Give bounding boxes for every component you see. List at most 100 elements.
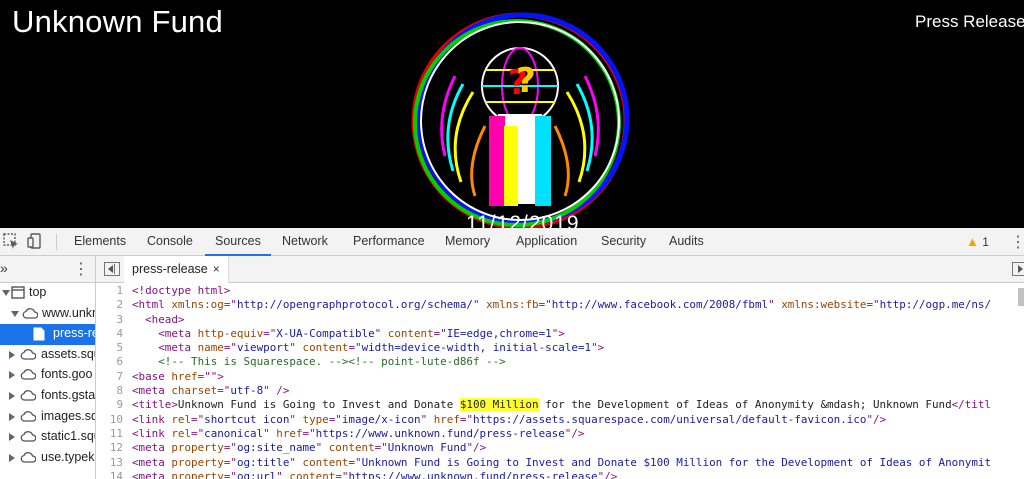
site-title[interactable]: Unknown Fund — [12, 4, 223, 40]
more-tabs-icon[interactable]: » — [0, 260, 8, 276]
line-number[interactable]: 10 — [96, 413, 123, 427]
code-token: og:url — [236, 469, 277, 479]
code-line[interactable]: 4 <meta http-equiv="X-UA-Compatible" con… — [96, 327, 1024, 341]
close-tab-icon[interactable]: × — [213, 262, 220, 276]
code-line[interactable]: 9 <title>Unknown Fund is Going to Invest … — [96, 398, 1024, 412]
editor-file-tab[interactable]: press-release × — [124, 256, 229, 283]
tree-item-domain[interactable]: images.sq — [0, 407, 95, 428]
code-line[interactable]: 10 <link rel="shortcut icon" type="image/… — [96, 413, 1024, 427]
code-token: canonical — [204, 426, 264, 440]
line-number[interactable]: 12 — [96, 441, 123, 455]
code-token: IE=edge,chrome=1 — [446, 326, 552, 340]
code-text: <meta http-equiv="X-UA-Compatible" conte… — [132, 327, 565, 341]
tree-item-label: www.unkno — [42, 305, 95, 320]
tab-network[interactable]: Network — [272, 228, 338, 256]
line-number[interactable]: 9 — [96, 398, 123, 412]
expand-arrow-icon[interactable] — [2, 290, 10, 296]
code-token: viewport — [236, 341, 290, 355]
line-number[interactable]: 13 — [96, 456, 123, 470]
code-line[interactable]: 11 <link rel="canonical" href="https://ww… — [96, 427, 1024, 441]
code-token: https://www.unknown.fund/press-release — [348, 469, 598, 479]
expand-arrow-icon[interactable] — [11, 310, 19, 317]
code-token: <meta — [158, 341, 198, 355]
code-token: content — [302, 455, 349, 469]
tree-item-top[interactable]: top — [0, 283, 95, 304]
device-toolbar-icon[interactable] — [26, 233, 44, 251]
code-token: =" — [374, 441, 388, 455]
tree-item-domain[interactable]: www.unkno — [0, 304, 95, 325]
code-text: <head> — [132, 313, 184, 327]
code-line[interactable]: 3 <head> — [96, 313, 1024, 327]
svg-text:?: ? — [516, 61, 536, 101]
tab-console[interactable]: Console — [137, 228, 203, 256]
code-line[interactable]: 12 <meta property="og:site_name" content=… — [96, 441, 1024, 455]
line-number[interactable]: 3 — [96, 313, 123, 327]
tab-sources[interactable]: Sources — [205, 228, 271, 256]
tree-item-domain[interactable]: use.typek — [0, 448, 95, 469]
code-token: <head> — [145, 312, 185, 326]
code-line[interactable]: 8 <meta charset="utf-8" /> — [96, 384, 1024, 398]
line-number[interactable]: 2 — [96, 298, 123, 312]
collapse-arrow-icon[interactable] — [9, 433, 15, 442]
tree-item-domain[interactable]: fonts.gsta — [0, 386, 95, 407]
collapse-arrow-icon[interactable] — [9, 412, 15, 421]
tab-elements[interactable]: Elements — [64, 228, 136, 256]
tree-item-domain[interactable]: fonts.goo — [0, 365, 95, 386]
code-line[interactable]: 5 <meta name="viewport" content="width=d… — [96, 341, 1024, 355]
code-token: </titl — [951, 398, 991, 412]
line-number[interactable]: 5 — [96, 341, 123, 355]
horizontal-scrollbar[interactable] — [1018, 288, 1024, 306]
code-token: content — [328, 441, 375, 455]
line-number[interactable]: 11 — [96, 427, 123, 441]
navigator-menu-icon[interactable]: ⋮ — [73, 259, 89, 279]
tree-item-press-release-file[interactable]: press-re — [0, 324, 95, 345]
warning-icon: ▲ — [966, 234, 979, 249]
tree-item-domain[interactable]: assets.squa — [0, 345, 95, 366]
code-token: =" — [335, 469, 349, 479]
tree-item-domain[interactable]: static1.squ — [0, 427, 95, 448]
code-token: <meta — [132, 469, 172, 479]
code-token: rel — [171, 412, 192, 426]
line-number[interactable]: 14 — [96, 470, 123, 479]
code-token: property — [171, 455, 224, 469]
collapse-arrow-icon[interactable] — [9, 350, 15, 359]
devtools-menu-icon[interactable]: ⋮ — [1010, 232, 1024, 252]
toggle-navigator-icon[interactable] — [104, 262, 120, 276]
line-number[interactable]: 6 — [96, 355, 123, 369]
code-line[interactable]: 6 <!-- This is Squarespace. --><!-- poin… — [96, 355, 1024, 369]
warnings-counter[interactable]: ▲ 1 — [966, 228, 989, 256]
code-token: =" — [263, 326, 277, 340]
code-line[interactable]: 7 <base href=""> — [96, 370, 1024, 384]
tab-memory[interactable]: Memory — [435, 228, 500, 256]
tab-audits[interactable]: Audits — [659, 228, 714, 256]
collapse-arrow-icon[interactable] — [9, 453, 15, 462]
code-token: xmlns:fb — [486, 298, 539, 312]
code-area[interactable]: 1 <!doctype html> 2 <html xmlns:og="http://… — [96, 284, 1024, 479]
code-token: og:title — [236, 455, 290, 469]
code-line[interactable]: 14 <meta property="og:url" content="https… — [96, 470, 1024, 479]
collapse-arrow-icon[interactable] — [9, 371, 15, 380]
code-token: Unknown Fund is Going to Invest and Dona… — [361, 455, 992, 469]
cloud-icon — [20, 431, 36, 442]
code-token: =" — [223, 341, 237, 355]
code-token: for the Development of Ideas of Anonymit… — [538, 398, 952, 412]
inspect-element-icon[interactable] — [2, 233, 20, 251]
code-token: content — [387, 326, 434, 340]
line-number[interactable]: 1 — [96, 284, 123, 298]
tab-performance[interactable]: Performance — [343, 228, 435, 256]
line-number[interactable]: 8 — [96, 384, 123, 398]
tab-application[interactable]: Application — [506, 228, 587, 256]
code-line[interactable]: 13 <meta property="og:title" content="Unk… — [96, 456, 1024, 470]
line-number[interactable]: 4 — [96, 327, 123, 341]
code-token: " — [768, 298, 782, 312]
file-icon — [33, 327, 45, 341]
toggle-debugger-icon[interactable] — [1012, 262, 1024, 276]
nav-press-release[interactable]: Press Release — [915, 12, 1024, 32]
code-token: =""> — [197, 369, 224, 383]
code-line[interactable]: 1 <!doctype html> — [96, 284, 1024, 298]
line-number[interactable]: 7 — [96, 370, 123, 384]
code-line[interactable]: 2 <html xmlns:og="http://opengraphprotoco… — [96, 298, 1024, 312]
collapse-arrow-icon[interactable] — [9, 391, 15, 400]
tab-security[interactable]: Security — [591, 228, 656, 256]
